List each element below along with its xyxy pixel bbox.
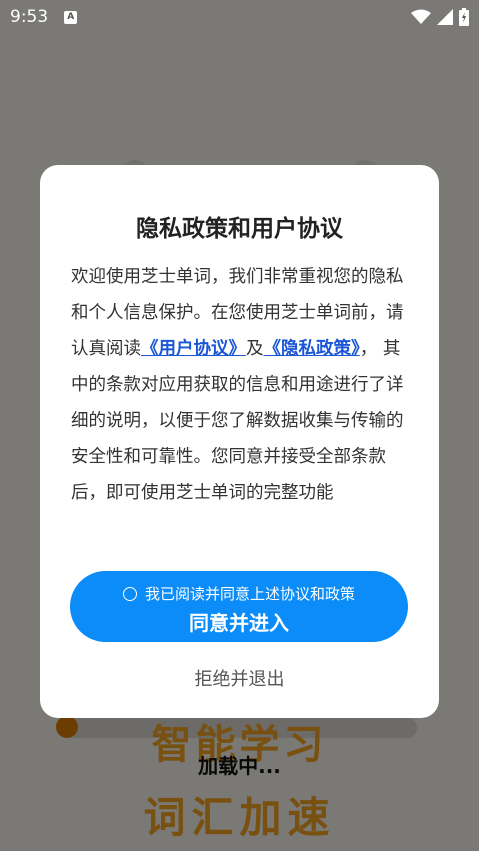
- signal-icon: [437, 9, 453, 25]
- battery-icon: [459, 8, 469, 26]
- body-text: ， 其中的条款对应用获取的信息和用途进行了详细的说明，以便于您了解数据收集与传输…: [71, 339, 404, 503]
- notification-icon: A: [64, 10, 78, 24]
- wifi-icon: [411, 9, 431, 24]
- radio-unchecked-icon[interactable]: [122, 586, 137, 601]
- agree-button-label: 同意并进入: [189, 611, 289, 635]
- privacy-dialog: 隐私政策和用户协议 欢迎使用芝士单词，我们非常重视您的隐私和个人信息保护。在您使…: [40, 165, 439, 718]
- reject-and-exit-button[interactable]: 拒绝并退出: [40, 665, 439, 691]
- dialog-title: 隐私政策和用户协议: [136, 216, 343, 242]
- agreement-checkbox-row[interactable]: 我已阅读并同意上述协议和政策: [70, 583, 408, 604]
- agree-and-enter-button[interactable]: 我已阅读并同意上述协议和政策 同意并进入: [70, 571, 408, 642]
- status-bar: 9:53 A: [0, 0, 479, 34]
- status-time: 9:53: [10, 7, 49, 27]
- dialog-body: 欢迎使用芝士单词，我们非常重视您的隐私和个人信息保护。在您使用芝士单词前，请认真…: [71, 259, 411, 511]
- user-agreement-link[interactable]: 《用户协议》: [141, 339, 246, 359]
- body-text-and: 及: [246, 339, 264, 359]
- status-icons: [411, 8, 469, 26]
- privacy-policy-link[interactable]: 《隐私政策》: [264, 339, 360, 359]
- agreement-checkbox-label: 我已阅读并同意上述协议和政策: [144, 585, 355, 603]
